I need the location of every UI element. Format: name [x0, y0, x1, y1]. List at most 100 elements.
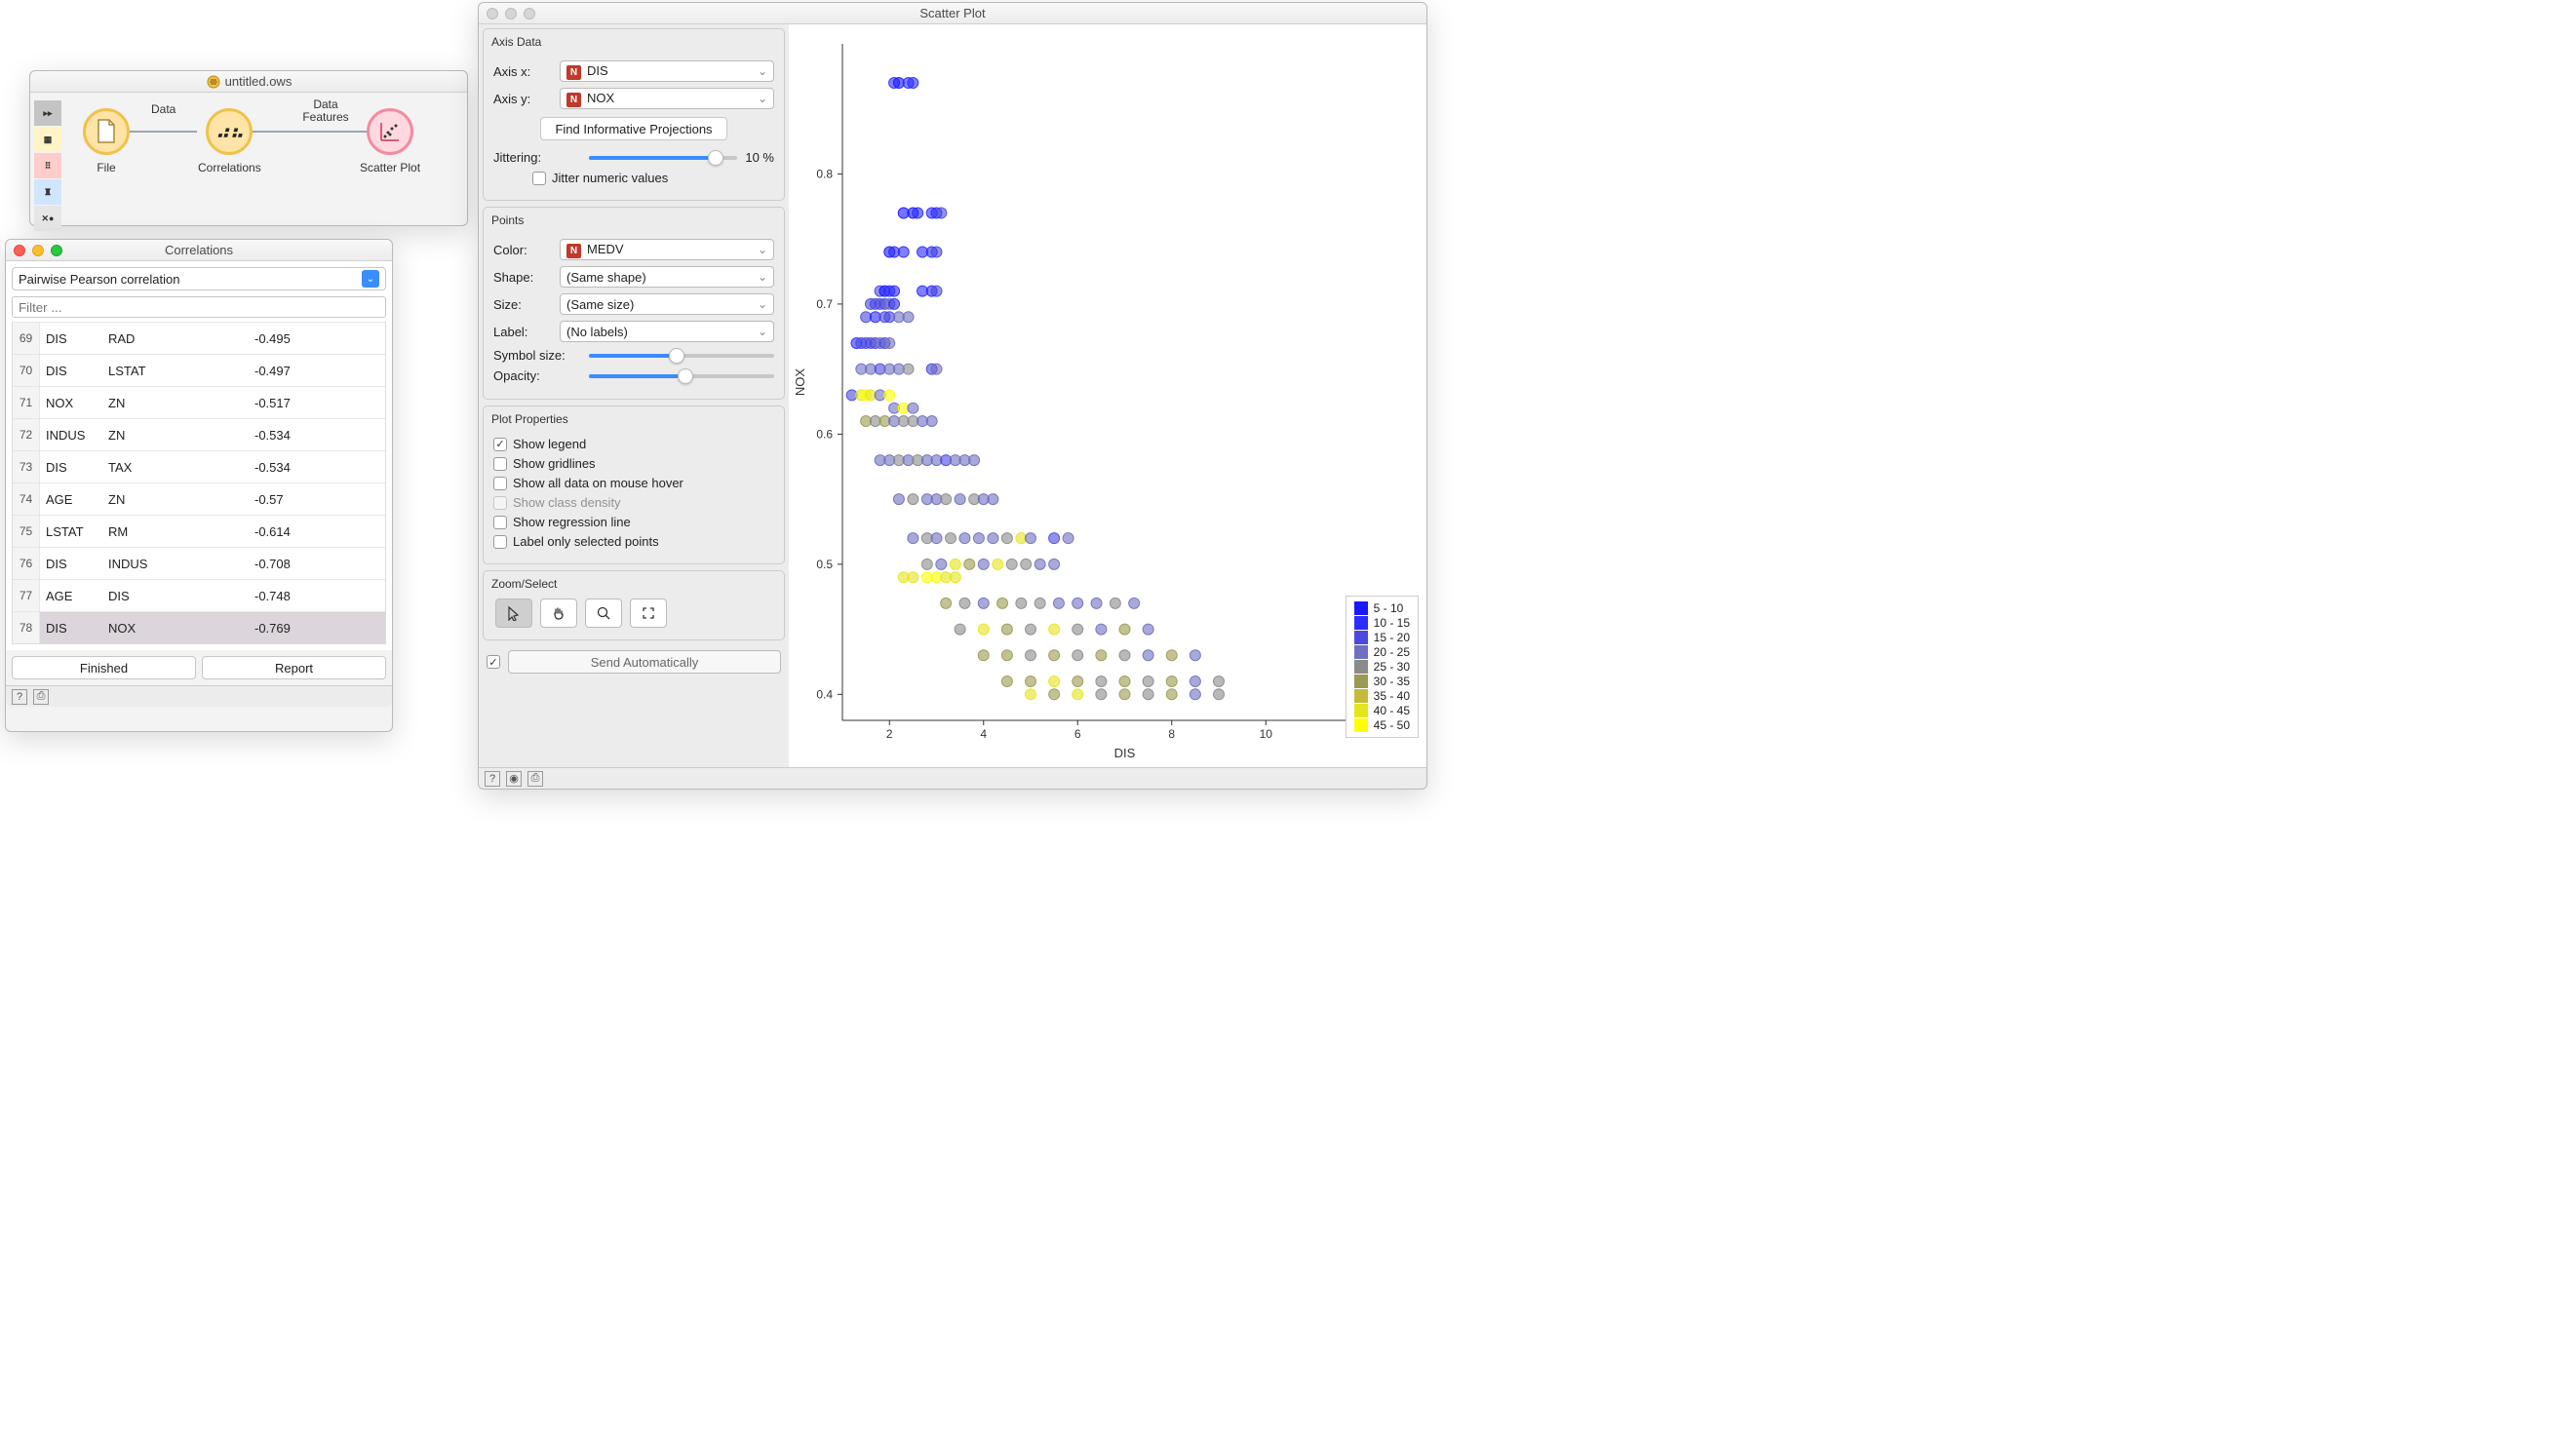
minimize-button[interactable] — [505, 8, 517, 19]
report-button[interactable]: Report — [202, 656, 386, 679]
points-group: Points Color: NMEDV⌄ Shape: (Same shape)… — [483, 207, 785, 400]
opacity-slider[interactable] — [589, 374, 774, 378]
close-button[interactable] — [14, 245, 25, 256]
auto-send-checkbox[interactable] — [487, 655, 500, 669]
save-icon[interactable]: ⎙ — [527, 771, 543, 787]
svg-text:DIS: DIS — [1114, 746, 1136, 760]
chevron-down-icon: ⌄ — [758, 297, 767, 311]
chevron-down-icon: ⌄ — [758, 270, 767, 284]
correlations-statusbar: ? ⎙ — [6, 685, 392, 707]
cursor-icon — [506, 605, 522, 621]
help-icon[interactable]: ? — [485, 771, 500, 787]
table-row[interactable]: 71NOXZN-0.517 — [13, 386, 385, 418]
svg-text:NOX: NOX — [793, 368, 807, 397]
chevron-down-icon: ⌄ — [758, 64, 767, 78]
node-correlations[interactable]: ⠴⠦ Correlations — [198, 108, 261, 174]
correlations-window: Correlations Pairwise Pearson correlatio… — [5, 239, 393, 732]
scatterplot-statusbar: ? ◉ ⎙ — [479, 767, 1426, 789]
toolbox-data[interactable]: ▦ — [34, 127, 61, 152]
toolbox-evaluate[interactable]: ✕● — [34, 206, 61, 231]
table-row[interactable]: 77AGEDIS-0.748 — [13, 579, 385, 611]
axis-y-combo[interactable]: NNOX⌄ — [560, 88, 774, 109]
method-dropdown[interactable]: Pairwise Pearson correlation ⌄ — [12, 267, 386, 290]
axis-data-group: Axis Data Axis x: NDIS⌄ Axis y: NNOX⌄ Fi… — [483, 28, 785, 201]
zoom-button[interactable] — [524, 8, 535, 19]
hand-icon — [551, 605, 566, 621]
chevron-down-icon: ⌄ — [758, 243, 767, 256]
chevron-down-icon: ⌄ — [758, 325, 767, 338]
zoom-tool[interactable] — [585, 599, 622, 628]
file-icon — [96, 119, 117, 144]
show-hover-checkbox[interactable] — [493, 477, 507, 490]
reset-zoom-tool[interactable] — [630, 599, 667, 628]
table-row[interactable]: 75LSTATRM-0.614 — [13, 515, 385, 547]
correlations-titlebar[interactable]: Correlations — [6, 240, 392, 261]
fit-icon — [641, 605, 656, 621]
table-row[interactable]: 76DISINDUS-0.708 — [13, 547, 385, 579]
filter-input[interactable] — [12, 296, 386, 318]
table-row[interactable]: 73DISTAX-0.534 — [13, 450, 385, 483]
legend-swatch — [1354, 631, 1368, 644]
scatterplot-title: Scatter Plot — [919, 6, 985, 20]
scatterplot-titlebar[interactable]: Scatter Plot — [479, 3, 1426, 24]
node-file[interactable]: File — [83, 108, 130, 174]
show-legend-checkbox[interactable] — [493, 438, 507, 451]
minimize-button[interactable] — [32, 245, 44, 256]
jitter-numeric-checkbox[interactable] — [532, 172, 546, 185]
legend-swatch — [1354, 601, 1368, 615]
canvas-titlebar[interactable]: untitled.ows — [30, 71, 467, 93]
color-combo[interactable]: NMEDV⌄ — [560, 239, 774, 260]
table-row[interactable]: 74AGEZN-0.57 — [13, 483, 385, 515]
numeric-badge-icon: N — [566, 244, 581, 258]
svg-text:10: 10 — [1260, 727, 1273, 741]
toolbox-model[interactable]: ♜ — [34, 179, 61, 205]
toolbox-strip: ▸▸ ▦ ⠿ ♜ ✕● — [34, 100, 61, 231]
symbol-size-slider[interactable] — [589, 354, 774, 358]
show-gridlines-checkbox[interactable] — [493, 457, 507, 471]
label-selected-checkbox[interactable] — [493, 535, 507, 549]
select-tool[interactable] — [495, 599, 532, 628]
svg-text:0.6: 0.6 — [816, 427, 833, 441]
help-icon[interactable]: ? — [12, 689, 27, 705]
find-projections-button[interactable]: Find Informative Projections — [540, 117, 726, 140]
numeric-badge-icon: N — [566, 93, 581, 107]
toolbox-visualize[interactable]: ⠿ — [34, 153, 61, 178]
close-button[interactable] — [487, 8, 498, 19]
pan-tool[interactable] — [540, 599, 577, 628]
plot-area[interactable]: 246810120.40.50.60.70.8DISNOX 5 - 1010 -… — [789, 24, 1426, 767]
node-scatterplot[interactable]: Scatter Plot — [360, 108, 420, 174]
table-row[interactable]: 72INDUSZN-0.534 — [13, 418, 385, 450]
report-icon[interactable]: ◉ — [506, 771, 522, 787]
size-combo[interactable]: (Same size)⌄ — [560, 293, 774, 315]
magnify-icon — [596, 605, 611, 621]
numeric-badge-icon: N — [566, 65, 581, 80]
canvas-window: untitled.ows ▸▸ ▦ ⠿ ♜ ✕● File Data — [29, 70, 468, 226]
plot-properties-group: Plot Properties Show legend Show gridlin… — [483, 406, 785, 564]
app-icon — [206, 74, 221, 90]
svg-text:8: 8 — [1168, 727, 1175, 741]
jitter-slider[interactable] — [589, 156, 737, 160]
table-row[interactable]: 69DISRAD-0.495 — [13, 322, 385, 354]
legend-swatch — [1354, 645, 1368, 659]
legend-swatch — [1354, 704, 1368, 717]
legend-swatch — [1354, 660, 1368, 674]
svg-text:2: 2 — [886, 727, 893, 741]
table-row[interactable]: 70DISLSTAT-0.497 — [13, 354, 385, 386]
scatter-icon — [377, 119, 403, 144]
toolbox-expand[interactable]: ▸▸ — [34, 100, 61, 126]
finished-button[interactable]: Finished — [12, 656, 196, 679]
axis-x-combo[interactable]: NDIS⌄ — [560, 60, 774, 82]
show-density-checkbox — [493, 496, 507, 510]
save-icon[interactable]: ⎙ — [33, 689, 49, 705]
workflow-canvas[interactable]: File Data ⠴⠦ Correlations Data Features … — [65, 100, 459, 231]
color-legend[interactable]: 5 - 1010 - 1515 - 2020 - 2525 - 3030 - 3… — [1346, 596, 1419, 738]
legend-swatch — [1354, 616, 1368, 630]
svg-text:0.5: 0.5 — [816, 558, 833, 571]
zoom-button[interactable] — [51, 245, 62, 256]
show-regression-checkbox[interactable] — [493, 516, 507, 529]
table-row[interactable]: 78DISNOX-0.769 — [13, 611, 385, 643]
dropdown-arrow-icon: ⌄ — [362, 270, 379, 288]
svg-text:0.4: 0.4 — [816, 687, 833, 701]
label-combo[interactable]: (No labels)⌄ — [560, 321, 774, 342]
shape-combo[interactable]: (Same shape)⌄ — [560, 266, 774, 288]
